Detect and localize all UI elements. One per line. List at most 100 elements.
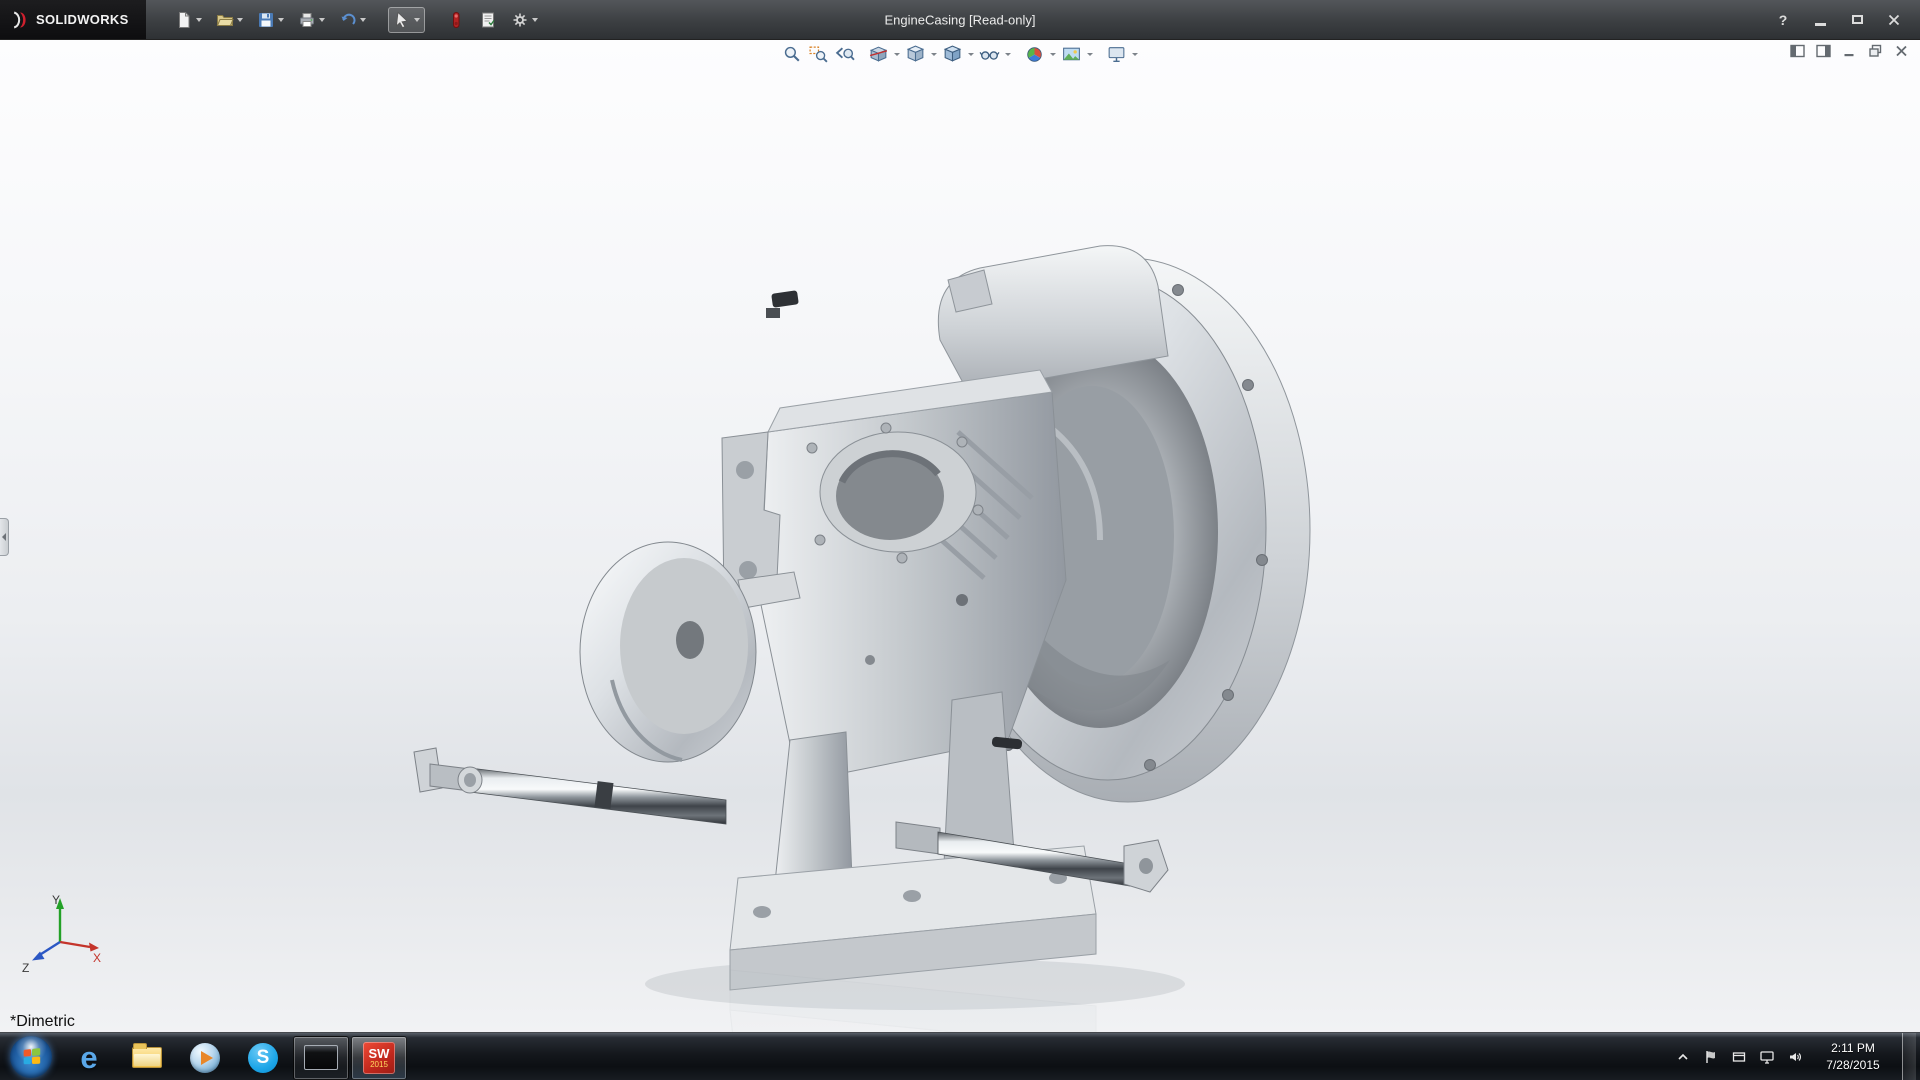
print-button[interactable] <box>293 7 330 33</box>
triad-y-label: Y <box>52 893 60 907</box>
open-button[interactable] <box>211 7 248 33</box>
pane-right-button[interactable] <box>1815 43 1832 59</box>
apply-scene-icon <box>1063 47 1080 61</box>
chevron-down-icon[interactable] <box>931 53 937 56</box>
windows-flag-icon <box>23 1047 40 1065</box>
new-document-button[interactable] <box>170 7 207 33</box>
document-restore-button[interactable] <box>1867 43 1884 59</box>
volume-button[interactable] <box>1786 1048 1804 1066</box>
action-center-button[interactable] <box>1702 1048 1720 1066</box>
chevron-down-icon[interactable] <box>1050 53 1056 56</box>
taskbar-media-player[interactable] <box>177 1036 233 1080</box>
new-document-icon <box>179 11 190 28</box>
zoom-to-area-icon <box>809 46 828 63</box>
apply-scene-button[interactable] <box>1059 42 1084 67</box>
view-orientation-button[interactable] <box>903 42 928 67</box>
edit-appearance-button[interactable] <box>1022 42 1047 67</box>
maximize-button[interactable] <box>1847 10 1867 30</box>
taskbar-windows-explorer[interactable] <box>119 1036 175 1080</box>
undo-button[interactable] <box>334 7 371 33</box>
select-cursor-icon <box>395 11 408 28</box>
minimize-button[interactable] <box>1810 10 1830 30</box>
close-icon <box>1888 14 1900 25</box>
chevron-down-icon[interactable] <box>237 17 243 22</box>
view-settings-button[interactable] <box>1104 42 1129 67</box>
show-desktop-button[interactable] <box>1902 1032 1916 1080</box>
document-title: EngineCasing [Read-only] <box>884 12 1036 27</box>
chevron-down-icon[interactable] <box>1087 53 1093 56</box>
print-icon <box>300 12 314 27</box>
maximize-icon <box>1851 15 1863 24</box>
tray-display-button[interactable] <box>1758 1048 1776 1066</box>
document-close-button[interactable] <box>1893 43 1910 59</box>
start-button[interactable] <box>10 1035 52 1078</box>
taskbar-clock[interactable]: 2:11 PM 7/28/2015 <box>1820 1040 1886 1072</box>
tray-window-button[interactable] <box>1730 1048 1748 1066</box>
chevron-down-icon[interactable] <box>319 17 325 22</box>
save-button[interactable] <box>252 7 289 33</box>
taskbar-solidworks[interactable]: SW 2015 <box>351 1035 407 1080</box>
tray-expand-button[interactable] <box>1674 1048 1692 1066</box>
document-minimize-button[interactable] <box>1841 43 1858 59</box>
heads-up-view-toolbar <box>780 42 1140 67</box>
chevron-down-icon[interactable] <box>278 17 284 22</box>
rebuild-icon <box>453 11 460 28</box>
document-window-controls <box>1789 43 1910 59</box>
engine-casing-model[interactable] <box>0 40 1920 1032</box>
media-player-icon <box>190 1042 220 1073</box>
taskbar-command-window[interactable] <box>293 1035 349 1080</box>
section-view-button[interactable] <box>866 42 891 67</box>
command-window-icon <box>304 1045 338 1070</box>
skype-icon: S <box>248 1042 278 1073</box>
chevron-down-icon[interactable] <box>196 17 202 22</box>
speaker-icon <box>1790 1052 1801 1061</box>
rebuild-button[interactable] <box>442 7 470 33</box>
monitor-icon <box>1760 1050 1774 1064</box>
chevron-down-icon[interactable] <box>1005 53 1011 56</box>
minimize-icon <box>1814 22 1826 26</box>
zoom-to-fit-button[interactable] <box>780 42 805 67</box>
chevron-down-icon[interactable] <box>1132 53 1138 56</box>
options-button[interactable] <box>506 7 543 33</box>
section-view-icon <box>869 46 888 62</box>
minimize-icon <box>1844 54 1854 57</box>
previous-view-button[interactable] <box>832 42 857 67</box>
restore-icon <box>1869 44 1882 57</box>
taskbar-skype[interactable]: S <box>235 1036 291 1080</box>
chevron-down-icon[interactable] <box>532 17 538 22</box>
windows-taskbar: e S SW 2015 2:11 PM 7/28/2015 <box>0 1032 1920 1080</box>
taskbar-internet-explorer[interactable]: e <box>61 1036 117 1080</box>
pane-left-button[interactable] <box>1789 43 1806 59</box>
graphics-area[interactable]: Y X Z *Dimetric <box>0 40 1920 1032</box>
solidworks-letters: SW <box>368 1045 390 1061</box>
window-icon <box>1732 1051 1746 1062</box>
folder-icon <box>132 1043 162 1068</box>
solidworks-icon: SW 2015 <box>363 1041 395 1074</box>
orientation-triad: Y X Z <box>22 893 101 975</box>
chevron-down-icon[interactable] <box>968 53 974 56</box>
featuremanager-collapsed-tab[interactable] <box>0 518 9 556</box>
internet-explorer-icon: e <box>80 1040 98 1075</box>
hide-show-items-button[interactable] <box>977 42 1002 67</box>
chevron-up-icon <box>1678 1053 1688 1060</box>
chevron-down-icon[interactable] <box>414 17 420 22</box>
display-style-button[interactable] <box>940 42 965 67</box>
save-icon <box>259 12 273 27</box>
flag-icon <box>1706 1050 1715 1063</box>
undo-icon <box>341 13 356 25</box>
help-button[interactable]: ? <box>1773 10 1793 30</box>
close-icon <box>1896 45 1907 57</box>
zoom-to-area-button[interactable] <box>806 42 831 67</box>
close-button[interactable] <box>1884 10 1904 30</box>
file-properties-button[interactable] <box>474 7 502 33</box>
hide-show-glasses-icon <box>979 51 1000 60</box>
chevron-down-icon[interactable] <box>360 17 366 22</box>
brand-name: SOLIDWORKS <box>36 12 129 27</box>
previous-view-icon <box>835 47 855 61</box>
select-button[interactable] <box>388 6 425 33</box>
display-style-icon <box>943 45 962 62</box>
chevron-down-icon[interactable] <box>894 53 900 56</box>
triad-x-label: X <box>93 951 101 965</box>
solidworks-window: SOLIDWORKS EngineCasing [Read-only] ? Y … <box>0 0 1920 1080</box>
help-icon: ? <box>1778 11 1788 28</box>
